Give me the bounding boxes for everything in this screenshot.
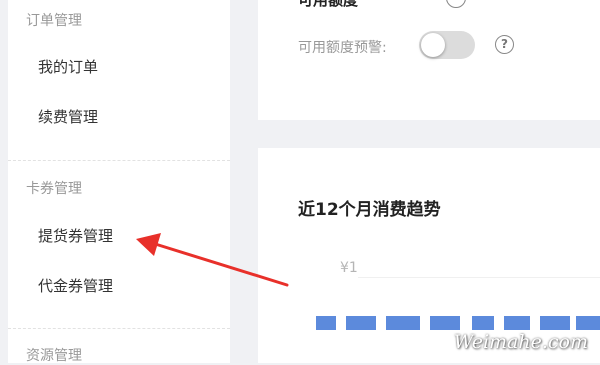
chart-bar xyxy=(386,316,420,330)
chart-bar xyxy=(576,316,600,330)
help-icon[interactable]: ? xyxy=(495,35,514,54)
sidebar-divider xyxy=(8,328,230,329)
section-title-order: 订单管理 xyxy=(26,13,82,29)
chart-bar xyxy=(430,316,460,330)
sidebar-item-my-orders[interactable]: 我的订单 xyxy=(38,56,98,77)
chart-bar xyxy=(472,316,494,330)
toggle-knob xyxy=(421,33,445,57)
section-title-resource: 资源管理 xyxy=(26,348,82,364)
chart-gridline xyxy=(358,277,600,278)
chart-bar xyxy=(316,316,336,330)
chart-title: 近12个月消费趋势 xyxy=(298,200,441,220)
sidebar-item-cash-voucher[interactable]: 代金券管理 xyxy=(38,275,113,296)
chart-bar xyxy=(540,316,570,330)
credit-warning-toggle[interactable] xyxy=(419,31,475,59)
sidebar-item-pickup-voucher[interactable]: 提货券管理 xyxy=(38,225,113,246)
watermark: Weimahe.com xyxy=(453,331,588,353)
consumption-trend-panel: 近12个月消费趋势 ¥1 Weimahe.com xyxy=(258,148,600,363)
chart-bar xyxy=(504,316,530,330)
credit-panel: 可用额度 可用额度预警: ? xyxy=(258,0,600,120)
help-icon[interactable] xyxy=(446,0,466,8)
available-credit-label: 可用额度 xyxy=(298,0,359,9)
y-tick-label: ¥1 xyxy=(340,260,358,276)
section-title-coupon: 卡券管理 xyxy=(26,181,82,197)
sidebar: 订单管理 我的订单 续费管理 卡券管理 提货券管理 代金券管理 资源管理 xyxy=(8,0,230,364)
chart-bar xyxy=(346,316,376,330)
chart-bars xyxy=(306,316,600,330)
sidebar-item-renewal[interactable]: 续费管理 xyxy=(38,106,98,127)
sidebar-divider xyxy=(8,160,230,161)
credit-warning-label: 可用额度预警: xyxy=(298,40,387,56)
